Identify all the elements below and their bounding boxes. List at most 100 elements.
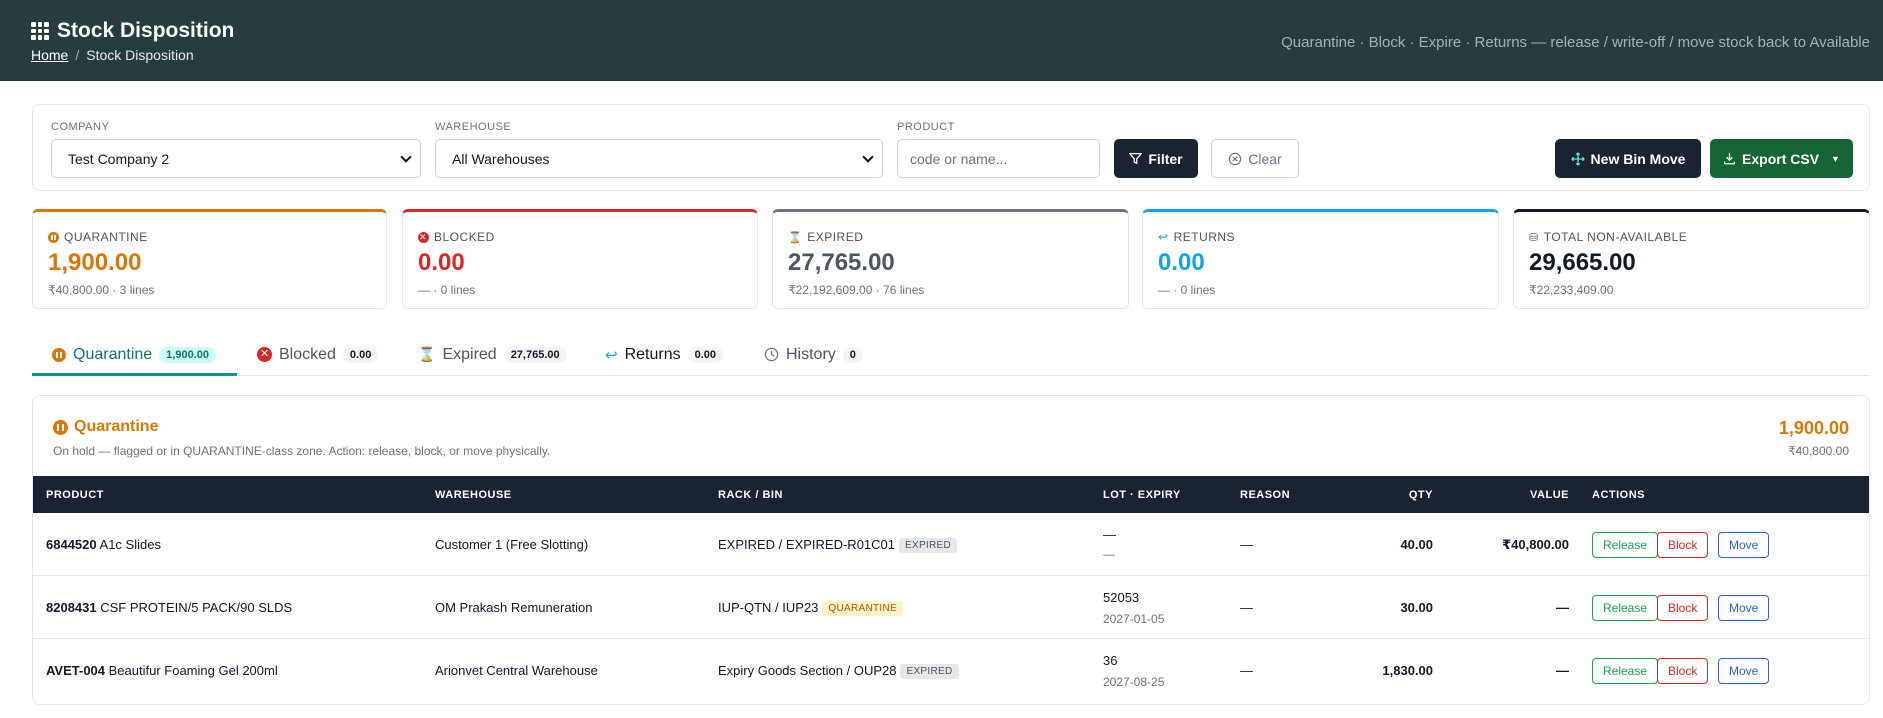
product-cell: 8208431 CSF PROTEIN/5 PACK/90 SLDS: [46, 600, 292, 615]
panel-total-value: ₹40,800.00: [1787, 444, 1849, 458]
clear-button-label: Clear: [1248, 150, 1282, 167]
release-button[interactable]: Release: [1592, 658, 1659, 684]
card-sub: ₹22,192,609.00 · 76 lines: [788, 283, 925, 297]
hourglass-icon: ⌛: [418, 346, 436, 362]
tab-label: Quarantine: [73, 345, 153, 363]
funnel-icon: [1129, 152, 1143, 165]
tab-blocked[interactable]: ✕ Blocked 0.00: [257, 333, 379, 376]
column-header-actions: ACTIONS: [1592, 489, 1645, 501]
move-button[interactable]: Move: [1718, 595, 1770, 621]
product-cell: AVET-004 Beautifur Foaming Gel 200ml: [46, 663, 278, 678]
card-label: RETURNS: [1173, 230, 1236, 244]
card-sub: — · 0 lines: [418, 283, 476, 297]
tab-count-badge: 0: [842, 346, 863, 363]
card-value: 0.00: [418, 249, 465, 276]
table-row: 8208431 CSF PROTEIN/5 PACK/90 SLDS OM Pr…: [33, 576, 1869, 639]
card-label: EXPIRED: [807, 230, 864, 244]
warehouse-cell: Customer 1 (Free Slotting): [435, 537, 589, 552]
tab-history[interactable]: History 0: [764, 333, 863, 376]
tab-label: Returns: [624, 345, 681, 363]
export-csv-button[interactable]: Export CSV ▼: [1710, 139, 1853, 178]
value-cell: —: [1556, 663, 1569, 678]
card-expired-label-wrap: ⌛ EXPIRED: [788, 230, 863, 244]
filter-button[interactable]: Filter: [1114, 139, 1198, 178]
active-tab-indicator: [32, 373, 237, 376]
pause-circle-icon: [48, 231, 59, 243]
block-button[interactable]: Block: [1657, 595, 1709, 621]
column-header-warehouse: WAREHOUSE: [435, 489, 512, 501]
tab-expired[interactable]: ⌛ Expired 27,765.00: [418, 333, 567, 376]
column-header-rack-bin: RACK / BIN: [718, 489, 783, 501]
company-label: COMPANY: [51, 121, 110, 133]
bin-cell: Expiry Goods Section / OUP28 EXPIRED: [718, 663, 959, 679]
tab-label: Expired: [442, 345, 497, 363]
card-returns-label-wrap: ↩ RETURNS: [1158, 230, 1235, 244]
warehouse-cell: Arionvet Central Warehouse: [435, 663, 598, 678]
qty-cell: 1,830.00: [1382, 663, 1433, 678]
table-row: 6844520 A1c Slides Customer 1 (Free Slot…: [33, 513, 1869, 576]
move-button[interactable]: Move: [1718, 658, 1770, 684]
release-button[interactable]: Release: [1592, 532, 1659, 558]
chevron-down-icon: [400, 151, 412, 163]
block-button[interactable]: Block: [1657, 658, 1709, 684]
product-search-input[interactable]: code or name...: [897, 139, 1100, 178]
apps-grid-icon: [31, 22, 49, 40]
bin-text: IUP-QTN / IUP23: [718, 600, 819, 615]
card-value: 27,765.00: [788, 249, 895, 276]
card-value: 29,665.00: [1529, 249, 1636, 276]
x-circle-icon: ✕: [257, 347, 272, 362]
warehouse-select-value: All Warehouses: [452, 151, 550, 167]
pause-circle-icon: [52, 347, 66, 362]
quarantine-panel: Quarantine On hold — flagged or in QUARA…: [32, 395, 1870, 705]
tab-count-badge: 0.00: [342, 346, 379, 363]
page-title: Stock Disposition: [57, 19, 235, 42]
reason-cell: —: [1240, 663, 1253, 678]
tab-quarantine[interactable]: Quarantine 1,900.00: [52, 333, 216, 376]
new-bin-move-label: New Bin Move: [1590, 150, 1686, 167]
bin-text: EXPIRED / EXPIRED-R01C01: [718, 537, 896, 552]
column-header-lot-expiry: LOT · EXPIRY: [1103, 489, 1181, 501]
header-subtitle: Quarantine · Block · Expire · Returns — …: [1281, 34, 1870, 51]
clock-icon: [764, 347, 779, 362]
company-select-value: Test Company 2: [68, 151, 170, 167]
tab-returns[interactable]: ↩ Returns 0.00: [605, 333, 724, 376]
qty-cell: 40.00: [1400, 537, 1433, 552]
move-button[interactable]: Move: [1718, 532, 1770, 558]
panel-total-qty: 1,900.00: [1778, 418, 1849, 438]
filter-button-label: Filter: [1148, 150, 1183, 167]
product-code: 8208431: [46, 600, 97, 615]
card-quarantine: QUARANTINE 1,900.00 ₹40,800.00 · 3 lines: [32, 209, 387, 309]
expiry-cell: 2027-01-05: [1103, 612, 1165, 626]
company-select[interactable]: Test Company 2: [51, 139, 421, 178]
status-badge: QUARANTINE: [822, 601, 903, 616]
tab-label: History: [786, 345, 836, 363]
chevron-down-icon: [862, 151, 874, 163]
block-button[interactable]: Block: [1657, 532, 1709, 558]
product-label: PRODUCT: [897, 121, 955, 133]
pause-circle-icon: [53, 419, 68, 435]
return-arrow-icon: ↩: [1158, 230, 1169, 244]
card-total-non-available: ⛁ TOTAL NON-AVAILABLE 29,665.00 ₹22,233,…: [1513, 209, 1870, 309]
card-quarantine-label-wrap: QUARANTINE: [48, 230, 148, 244]
clear-circle-icon: [1229, 152, 1242, 165]
breadcrumb-home-link[interactable]: Home: [31, 47, 68, 63]
warehouse-cell: OM Prakash Remuneration: [435, 600, 593, 615]
release-button[interactable]: Release: [1592, 595, 1659, 621]
reason-cell: —: [1240, 537, 1253, 552]
tab-count-badge: 1,900.00: [159, 346, 216, 363]
card-value: 0.00: [1158, 249, 1205, 276]
clear-button[interactable]: Clear: [1211, 139, 1299, 178]
card-expired: ⌛ EXPIRED 27,765.00 ₹22,192,609.00 · 76 …: [772, 209, 1129, 309]
new-bin-move-button[interactable]: New Bin Move: [1555, 139, 1701, 178]
warehouse-select[interactable]: All Warehouses: [435, 139, 883, 178]
boxes-icon: ⛁: [1529, 231, 1539, 244]
panel-description: On hold — flagged or in QUARANTINE-class…: [53, 444, 551, 458]
panel-title-wrap: Quarantine: [53, 418, 158, 436]
product-code: AVET-004: [46, 663, 106, 678]
card-blocked-label-wrap: ✕ BLOCKED: [418, 230, 495, 244]
table-header: PRODUCT WAREHOUSE RACK / BIN LOT · EXPIR…: [33, 476, 1869, 513]
product-name: A1c Slides: [99, 537, 161, 552]
breadcrumb: Home / Stock Disposition: [31, 47, 194, 63]
download-icon: [1724, 152, 1736, 165]
top-header: Stock Disposition Home / Stock Disposition…: [0, 0, 1883, 81]
